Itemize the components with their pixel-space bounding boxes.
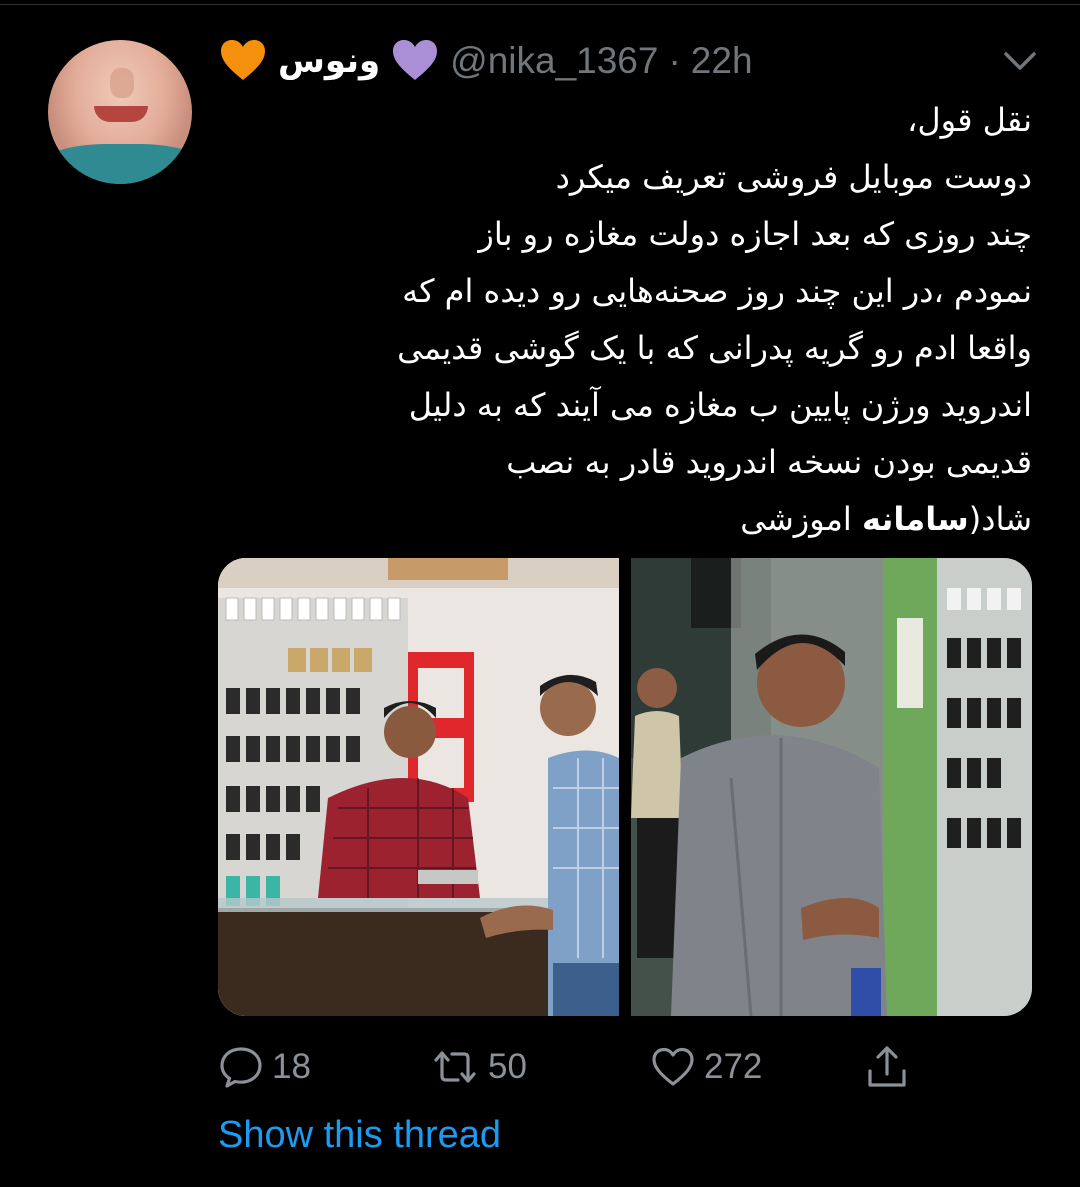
tweet-last-line: شاد(سامانه اموزشی [192,491,1032,548]
tweet-line: نمودم ،در این چند روز صحنه‌هایی رو دیده … [402,272,1032,310]
comment-icon [220,1047,262,1088]
shop-photo-left-illustration [218,558,619,1016]
tweet-line: قدیمی بودن نسخه اندروید قادر به نصب [506,443,1032,481]
reply-action[interactable]: 18 [218,1040,311,1094]
retweet-action[interactable]: 50 [430,1040,527,1094]
tweet-last-line-bold: سامانه [861,500,969,538]
avatar[interactable] [48,40,192,184]
separator-dot: · [668,40,681,81]
purple-heart-icon [393,40,438,80]
tweet-line: دوست موبایل فروشی تعریف میکرد [555,158,1032,196]
orange-heart-icon [221,40,265,80]
user-handle[interactable]: @nika_1367 [450,40,658,82]
shop-photo-right-illustration [631,558,1032,1016]
shop-photo-right[interactable] [631,558,1032,1016]
tweet-line: اندروید ورژن پایین ب مغازه می آیند که به… [408,386,1032,424]
show-thread-link[interactable]: Show this thread [218,1114,501,1168]
like-action[interactable]: 272 [650,1040,762,1094]
tweet-line: نقل قول، [907,101,1032,139]
display-name[interactable]: ونوس [278,41,380,81]
share-icon [868,1046,906,1087]
chevron-down-icon[interactable] [1000,48,1040,74]
reply-count: 18 [272,1047,311,1086]
retweet-count: 50 [488,1047,527,1086]
tweet-line: واقعا ادم رو گریه پدرانی که با یک گوشی ق… [397,329,1032,367]
tweet-actions: 18 50 272 [218,1040,978,1094]
share-action[interactable] [864,1040,910,1094]
tweet-last-line-prefix: شاد( [968,500,1032,538]
tweet-header: ونوس @nika_1367 · 22h [218,34,818,88]
tweet-media[interactable] [218,558,1032,1016]
like-count: 272 [704,1047,763,1086]
avatar-lips [94,106,148,122]
retweet-icon [434,1051,476,1083]
heart-icon [652,1047,694,1086]
tweet-text: نقل قول، دوست موبایل فروشی تعریف میکرد چ… [192,92,1032,548]
avatar-nose [110,68,134,98]
avatar-mask [48,144,192,184]
top-divider [0,4,1080,5]
shop-photo-left[interactable] [218,558,619,1016]
tweet-timestamp[interactable]: 22h [691,40,753,82]
tweet-last-line-suffix: اموزشی [740,500,862,538]
tweet-line: چند روزی که بعد اجازه دولت مغازه رو باز [478,215,1032,253]
